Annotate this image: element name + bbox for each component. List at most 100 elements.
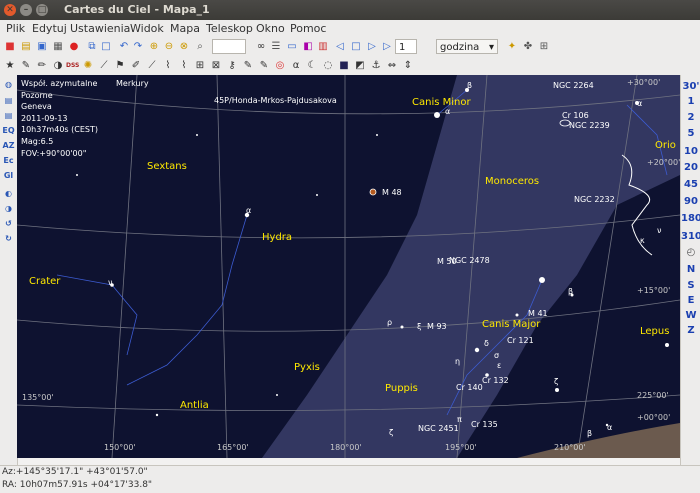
direction-e-button[interactable]: E <box>681 295 700 306</box>
clock-icon[interactable]: ◴ <box>681 247 700 258</box>
search-combo[interactable] <box>212 39 246 54</box>
print-icon[interactable]: ▦ <box>52 41 64 53</box>
globe-icon[interactable]: ◍ <box>2 78 15 91</box>
alpha-icon[interactable]: α <box>290 60 302 72</box>
forward-icon[interactable]: ▷ <box>366 41 378 53</box>
screen-icon[interactable]: ▭ <box>286 41 298 53</box>
chart-icon[interactable]: ▤ <box>2 94 15 107</box>
fov-5-button[interactable]: 5 <box>681 128 700 139</box>
coord-gl-button[interactable]: Gl <box>2 169 15 182</box>
fov-1-button[interactable]: 1 <box>681 96 700 107</box>
telescope-icon[interactable]: ✦ <box>506 41 518 53</box>
fov-310-button[interactable]: 310 <box>681 231 700 242</box>
grid-az-icon[interactable]: ⊠ <box>210 60 222 72</box>
fov-45-button[interactable]: 45 <box>681 179 700 190</box>
coord-eq-button[interactable]: EQ <box>2 124 15 137</box>
fov-10-button[interactable]: 10 <box>681 146 700 157</box>
anchor-icon[interactable]: ⚓ <box>370 60 382 72</box>
mirror-icon[interactable]: ⇕ <box>402 60 414 72</box>
new-chart-icon[interactable]: ■ <box>4 41 16 53</box>
night-vision-icon[interactable]: ■ <box>338 60 350 72</box>
star <box>316 194 318 196</box>
zoom-in-icon[interactable]: ⊕ <box>148 41 160 53</box>
fov-90-button[interactable]: 90 <box>681 196 700 207</box>
fov-180-button[interactable]: 180 <box>681 213 700 224</box>
undo-icon[interactable]: ↶ <box>118 41 130 53</box>
figures-icon[interactable]: ⌇ <box>162 60 174 72</box>
bulb-icon[interactable]: ✺ <box>82 60 94 72</box>
open-icon[interactable]: ▤ <box>20 41 32 53</box>
flip-icon[interactable]: ⇔ <box>386 60 398 72</box>
rotate-cw-icon[interactable]: ↻ <box>2 232 15 245</box>
minimize-window-icon[interactable]: – <box>20 4 32 16</box>
list-icon[interactable]: ☰ <box>270 41 282 53</box>
object-label: Cr 140 <box>456 383 483 392</box>
nebula-icon[interactable]: ✎ <box>20 60 32 72</box>
dss-icon[interactable]: DSS <box>66 60 79 72</box>
menu-widok[interactable]: Widok <box>130 22 164 35</box>
stop-icon[interactable]: □ <box>350 41 362 53</box>
chart-alt-icon[interactable]: ▤ <box>2 109 15 122</box>
rotate-left-icon[interactable]: ◐ <box>2 187 15 200</box>
horizon-icon[interactable]: ◎ <box>274 60 286 72</box>
object-icon[interactable]: ✤ <box>522 41 534 53</box>
sky-map[interactable]: Współ. azymutalne Pozorne Geneva 2011-09… <box>17 75 680 458</box>
menu-ustawienia[interactable]: Ustawienia <box>70 22 130 35</box>
milky-way-icon[interactable]: ✏ <box>36 60 48 72</box>
redo-icon[interactable]: ↷ <box>132 41 144 53</box>
menu-teleskop[interactable]: Teleskop <box>206 22 253 35</box>
fov-2-button[interactable]: 2 <box>681 112 700 123</box>
crosshair-icon[interactable]: ⊞ <box>538 41 550 53</box>
maximize-window-icon[interactable]: □ <box>36 4 48 16</box>
fov-30-button[interactable]: 30' <box>681 81 700 92</box>
menu-plik[interactable]: Plik <box>6 22 25 35</box>
copy-icon[interactable]: ⧉ <box>86 41 98 53</box>
rewind-icon[interactable]: ◁ <box>334 41 346 53</box>
binoculars-icon[interactable]: ∞ <box>255 41 267 53</box>
find-icon[interactable]: ⌕ <box>194 41 206 53</box>
star <box>196 134 198 136</box>
names-icon[interactable]: ⌇ <box>178 60 190 72</box>
direction-s-button[interactable]: S <box>681 280 700 291</box>
menu-edytuj[interactable]: Edytuj <box>32 22 67 35</box>
chevron-down-icon: ▾ <box>488 42 494 53</box>
menu-pomoc[interactable]: Pomoc <box>290 22 326 35</box>
menu-okno[interactable]: Okno <box>256 22 285 35</box>
direction-w-button[interactable]: W <box>681 310 700 321</box>
stars-icon[interactable]: ★ <box>4 60 16 72</box>
rotate-right-icon[interactable]: ◑ <box>2 202 15 215</box>
time-step-input[interactable]: 1 <box>395 39 417 54</box>
planet-icon[interactable]: ◑ <box>52 60 64 72</box>
direction-n-button[interactable]: N <box>681 264 700 275</box>
play-icon[interactable]: ▷ <box>381 41 393 53</box>
ecliptic-icon[interactable]: ◌ <box>322 60 334 72</box>
draw-icon[interactable]: ✐ <box>130 60 142 72</box>
constellation-icon[interactable]: ⟋ <box>98 60 110 72</box>
target-icon[interactable]: ● <box>68 41 80 53</box>
grid-label: 210°00' <box>554 443 586 452</box>
zoom-icon[interactable]: ⊗ <box>178 41 190 53</box>
constellation-label: Canis Major <box>482 319 541 330</box>
zenith-button[interactable]: Z <box>681 325 700 336</box>
coord-ec-button[interactable]: Ec <box>2 154 15 167</box>
labels-icon[interactable]: ✎ <box>242 60 254 72</box>
magnitude-icon[interactable]: ☾ <box>306 60 318 72</box>
calendar-icon[interactable]: ▥ <box>317 41 329 53</box>
fov-20-button[interactable]: 20 <box>681 162 700 173</box>
flag-icon[interactable]: ⚑ <box>114 60 126 72</box>
rotate-ccw-icon[interactable]: ↺ <box>2 217 15 230</box>
save-icon[interactable]: ▣ <box>36 41 48 53</box>
contrast-icon[interactable]: ◩ <box>354 60 366 72</box>
boundary-icon[interactable]: ⟋ <box>146 60 158 72</box>
close-window-icon[interactable]: ✕ <box>4 4 16 16</box>
star-label: α <box>246 206 252 215</box>
color-icon[interactable]: ◧ <box>302 41 314 53</box>
menu-mapa[interactable]: Mapa <box>170 22 200 35</box>
tag-icon[interactable]: ✎ <box>258 60 270 72</box>
lock-icon[interactable]: ⚷ <box>226 60 238 72</box>
zoom-out-icon[interactable]: ⊖ <box>163 41 175 53</box>
time-unit-select[interactable]: godzina ▾ <box>436 39 498 54</box>
window-icon[interactable]: □ <box>100 41 112 53</box>
coord-az-button[interactable]: AZ <box>2 139 15 152</box>
grid-eq-icon[interactable]: ⊞ <box>194 60 206 72</box>
